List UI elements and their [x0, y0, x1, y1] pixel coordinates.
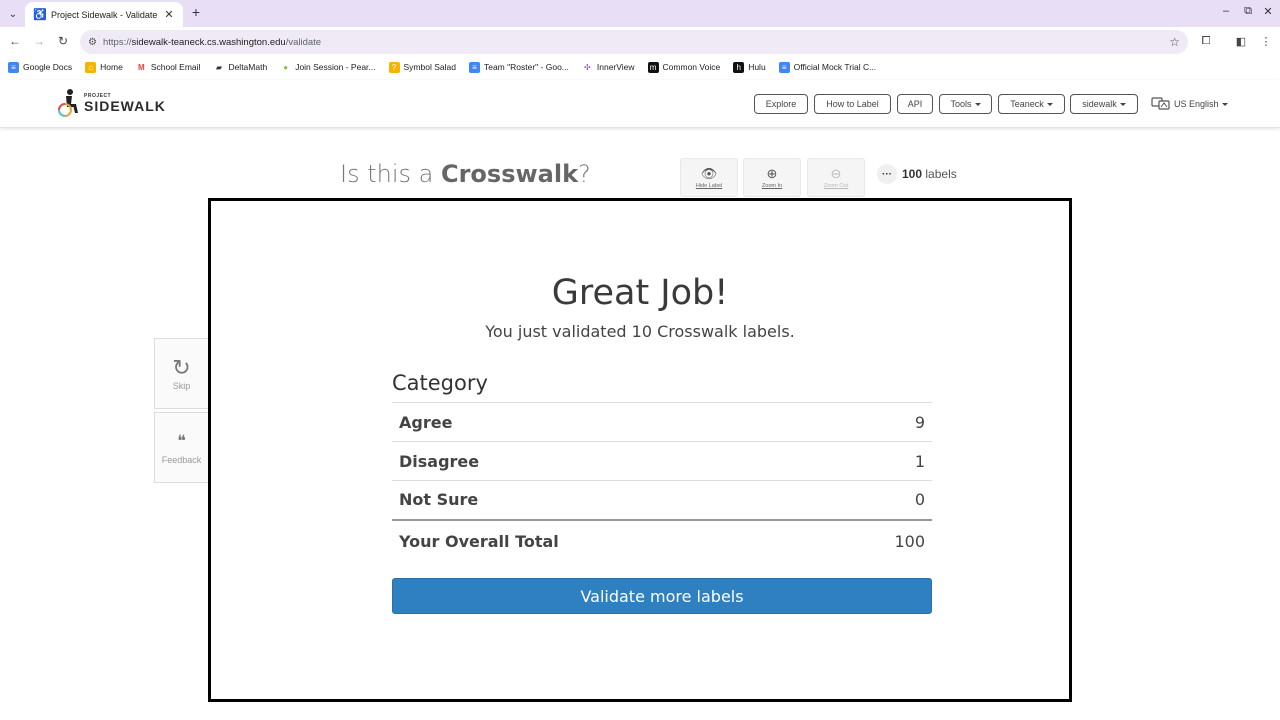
bookmark-item[interactable]: M School Email	[135, 61, 200, 73]
table-row: Disagree 1	[392, 441, 932, 481]
validation-complete-modal: Great Job! You just validated 10 Crosswa…	[208, 198, 1072, 702]
gmail-icon: M	[135, 61, 147, 73]
close-window-icon[interactable]: ✕	[1260, 5, 1276, 18]
bookmark-item[interactable]: ≡ Official Mock Trial C...	[778, 61, 876, 73]
caret-down-icon	[1119, 102, 1126, 106]
bookmark-item[interactable]: m Common Voice	[647, 61, 720, 73]
bookmark-item[interactable]: ≡ Team "Roster" - Goo...	[468, 61, 569, 73]
table-row: Not Sure 0	[392, 480, 932, 520]
minimize-icon[interactable]: –	[1218, 5, 1234, 17]
project-sidewalk-logo[interactable]: PROJECT SIDEWALK	[57, 89, 166, 117]
total-label: Your Overall Total	[392, 518, 822, 562]
deltamath-icon: ▰	[213, 61, 225, 73]
bookmark-item[interactable]: ▰ DeltaMath	[213, 61, 267, 73]
browser-menu-icon[interactable]: ⋮	[1258, 35, 1274, 48]
zoom-in-button[interactable]: ⊕ Zoom In	[743, 158, 801, 197]
caret-down-icon	[1046, 102, 1053, 106]
forward-arrow-icon[interactable]: →	[31, 34, 47, 48]
docs-icon: ≡	[8, 61, 19, 73]
restore-icon[interactable]: ⧉	[1240, 5, 1256, 18]
stat-value: 9	[821, 402, 932, 442]
nav-how-to-label[interactable]: How to Label	[814, 94, 891, 114]
eye-slash-icon: 👁	[700, 165, 718, 181]
nav-tools-dropdown[interactable]: Tools	[939, 94, 992, 114]
browser-tab[interactable]: ♿ Project Sidewalk - Validate ✕	[25, 2, 183, 27]
browser-toolbar: ← → ↻ ⚙ https://sidewalk-teaneck.cs.wash…	[0, 27, 1280, 57]
tab-search-icon[interactable]: ⌄	[4, 5, 22, 23]
back-arrow-icon[interactable]: ←	[7, 34, 23, 48]
modal-subtitle: You just validated 10 Crosswalk labels.	[485, 322, 795, 341]
feedback-quote-icon: ❝	[177, 432, 186, 450]
stat-label: Agree	[392, 402, 822, 442]
table-row: Agree 9	[392, 402, 932, 442]
browser-tab-bar: ⌄ ♿ Project Sidewalk - Validate ✕ + – ⧉ …	[0, 0, 1280, 27]
side-panel-icon[interactable]: ◧	[1233, 35, 1249, 48]
bookmark-star-icon[interactable]: ☆	[1169, 35, 1180, 49]
bookmark-item[interactable]: h Hulu	[733, 61, 766, 73]
zoom-out-button[interactable]: ⊖ Zoom Out	[807, 158, 865, 197]
stat-value: 1	[821, 441, 932, 481]
feedback-button[interactable]: ❝ Feedback	[154, 412, 209, 483]
stat-value: 0	[821, 480, 932, 520]
total-row: Your Overall Total 100	[392, 518, 932, 562]
tab-title: Project Sidewalk - Validate	[51, 9, 158, 20]
bookmark-item[interactable]: ● Join Session - Pear...	[280, 61, 376, 73]
validation-question: Is this a Crosswalk?	[340, 160, 591, 188]
validation-stats-table: Agree 9 Disagree 1 Not Sure 0 Your Overa…	[392, 402, 932, 562]
extensions-icon[interactable]: ⧠	[1198, 35, 1214, 48]
hulu-icon: h	[733, 61, 745, 73]
total-value: 100	[821, 518, 932, 562]
stat-label: Not Sure	[392, 480, 822, 520]
skip-button[interactable]: ↻ Skip	[154, 338, 209, 409]
docs-icon: ≡	[468, 61, 480, 73]
language-selector[interactable]: US English	[1151, 97, 1228, 111]
reload-icon[interactable]: ↻	[55, 34, 71, 48]
validate-more-labels-button[interactable]: Validate more labels	[392, 578, 932, 614]
zoom-in-icon: ⊕	[766, 165, 778, 181]
home-icon: ⌂	[85, 61, 97, 73]
caret-down-icon	[974, 102, 981, 106]
tab-close-icon[interactable]: ✕	[161, 8, 177, 21]
new-tab-button[interactable]: +	[188, 4, 204, 20]
url-text: https://sidewalk-teaneck.cs.washington.e…	[102, 36, 322, 48]
modal-title: Great Job!	[551, 273, 729, 313]
site-header: PROJECT SIDEWALK Explore How to Label AP…	[0, 80, 1280, 128]
nav-user-dropdown[interactable]: sidewalk	[1070, 94, 1138, 114]
label-count: 100 labels	[902, 167, 957, 181]
logo-big-text: SIDEWALK	[84, 97, 166, 114]
sidewalk-favicon-icon: ♿	[33, 8, 47, 21]
stat-label: Disagree	[392, 441, 822, 481]
bookmark-item[interactable]: ≡ Google Docs	[8, 61, 72, 73]
address-bar[interactable]: ⚙ https://sidewalk-teaneck.cs.washington…	[80, 30, 1188, 54]
zoom-out-icon: ⊖	[830, 165, 842, 181]
sidewalk-logo-icon	[58, 89, 78, 117]
skip-rotate-icon: ↻	[172, 354, 191, 380]
language-icon	[1151, 97, 1170, 110]
bookmark-item[interactable]: ? Symbol Salad	[388, 61, 456, 73]
nav-city-dropdown[interactable]: Teaneck	[998, 94, 1065, 114]
symbol-salad-icon: ?	[388, 61, 400, 73]
category-heading: Category	[392, 371, 488, 395]
caret-down-icon	[1221, 102, 1228, 106]
innerview-icon: ✣	[581, 61, 593, 73]
hide-label-button[interactable]: 👁 Hide Label	[680, 158, 738, 197]
bookmark-item[interactable]: ✣ InnerView	[581, 61, 635, 73]
nav-api[interactable]: API	[897, 94, 933, 114]
bookmarks-bar: ≡ Google Docs ⌂ Home M School Email ▰ DeltaM…	[0, 57, 1280, 77]
more-options-button[interactable]: ···	[877, 164, 897, 184]
pear-icon: ●	[280, 61, 292, 73]
bookmark-item[interactable]: ⌂ Home	[85, 61, 123, 73]
site-info-icon[interactable]: ⚙	[88, 37, 97, 48]
docs-icon: ≡	[778, 61, 790, 73]
commonvoice-icon: m	[647, 61, 659, 73]
nav-explore[interactable]: Explore	[754, 94, 808, 114]
